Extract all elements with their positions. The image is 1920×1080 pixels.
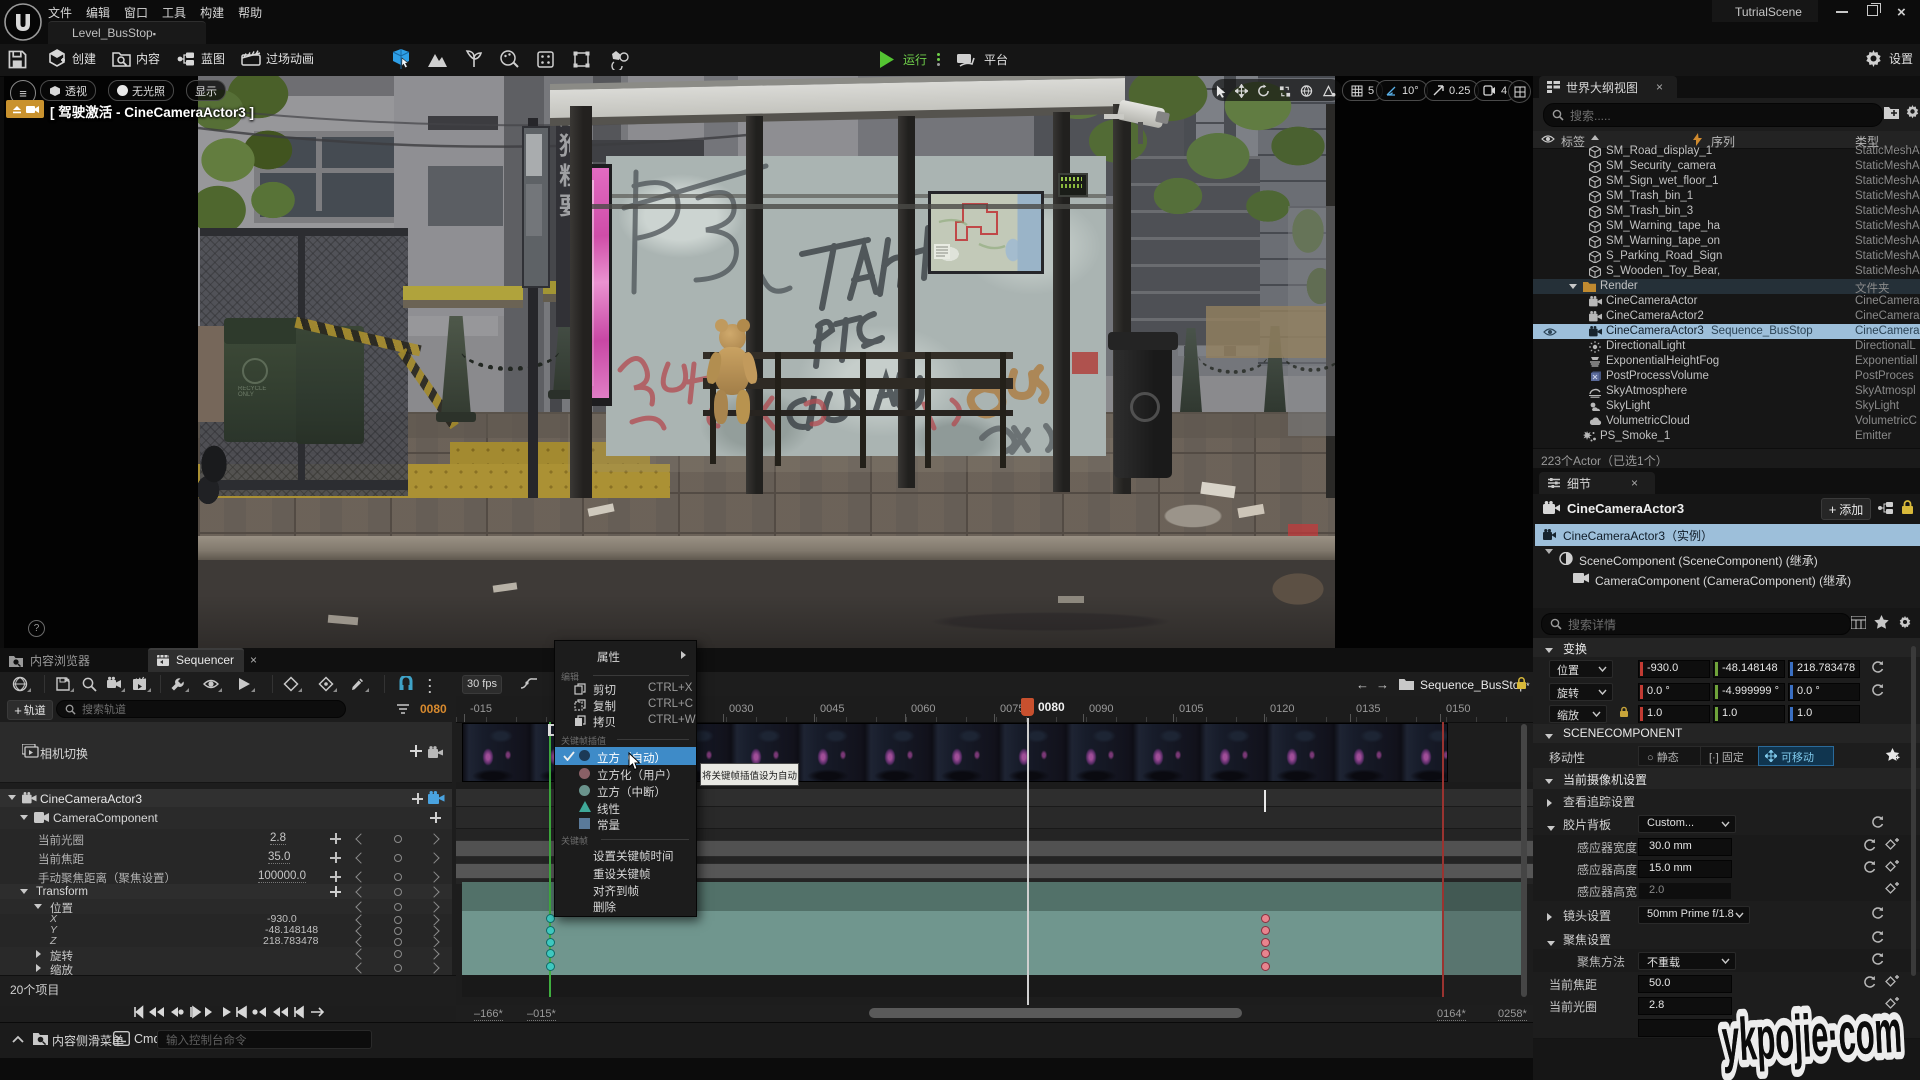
- svg-text:ykpojie·com: ykpojie·com: [1720, 998, 1903, 1074]
